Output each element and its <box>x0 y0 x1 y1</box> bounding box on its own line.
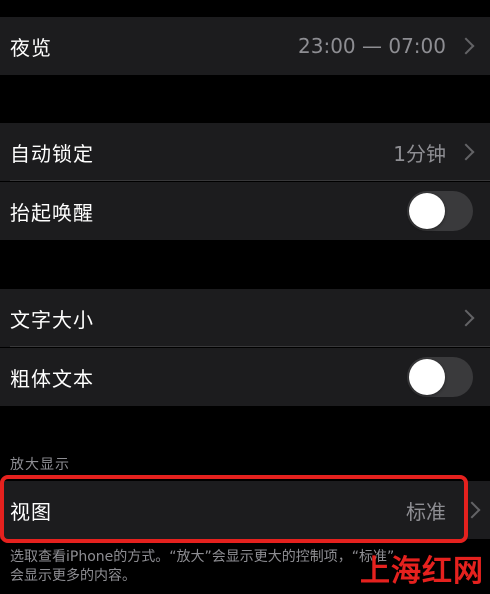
chevron-right-icon <box>457 37 475 55</box>
row-divider <box>10 180 490 181</box>
bold-text-toggle[interactable] <box>407 357 473 397</box>
display-zoom-view-row[interactable]: 视图 标准 <box>0 481 490 539</box>
text-size-label: 文字大小 <box>10 307 94 332</box>
auto-lock-value: 1分钟 <box>393 141 446 166</box>
chevron-right-icon <box>457 143 475 161</box>
view-value: 标准 <box>406 499 446 524</box>
night-shift-value: 23:00 — 07:00 <box>298 34 446 58</box>
bold-text-label: 粗体文本 <box>10 366 94 391</box>
auto-lock-label: 自动锁定 <box>10 141 94 166</box>
chevron-right-icon <box>463 501 481 519</box>
text-size-row[interactable]: 文字大小 <box>0 289 490 347</box>
toggle-knob <box>409 359 445 395</box>
night-shift-row[interactable]: 夜览 23:00 — 07:00 <box>0 17 490 75</box>
auto-lock-row[interactable]: 自动锁定 1分钟 <box>0 123 490 181</box>
toggle-knob <box>409 193 445 229</box>
raise-to-wake-label: 抬起唤醒 <box>10 200 94 225</box>
raise-to-wake-toggle[interactable] <box>407 191 473 231</box>
raise-to-wake-row: 抬起唤醒 <box>0 182 490 240</box>
view-label: 视图 <box>10 499 52 524</box>
chevron-right-icon <box>457 309 475 327</box>
watermark-logo: 上海红网 <box>360 554 484 589</box>
night-shift-label: 夜览 <box>10 35 52 60</box>
display-zoom-header: 放大显示 <box>10 457 70 473</box>
bold-text-row: 粗体文本 <box>0 348 490 406</box>
row-divider <box>10 346 490 347</box>
